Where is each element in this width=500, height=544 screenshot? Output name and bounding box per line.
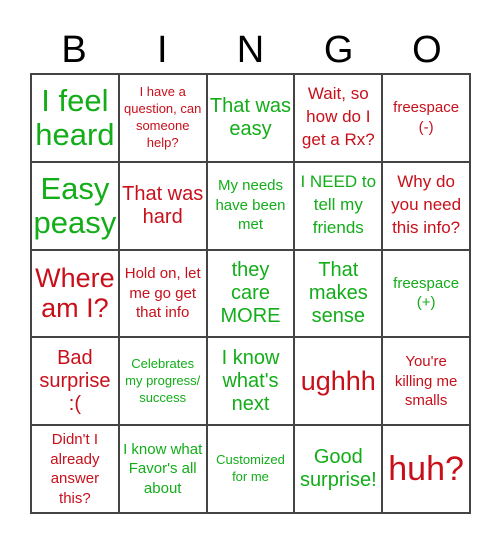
- bingo-cell[interactable]: freespace (+): [382, 249, 470, 338]
- bingo-cell-text: I feel heard: [35, 82, 115, 152]
- bingo-cell-text: I know what Favor's all about: [123, 440, 203, 497]
- header-letter-b: B: [61, 29, 87, 71]
- bingo-cell[interactable]: I feel heard: [31, 74, 119, 162]
- bingo-cell-text: Bad surprise :(: [39, 346, 111, 415]
- bingo-cell[interactable]: they care MORE: [206, 249, 295, 338]
- bingo-cell-text: Good surprise!: [299, 446, 377, 492]
- bingo-cell-text: I know what's next: [221, 346, 280, 415]
- bingo-cell-text: That was easy: [209, 94, 292, 140]
- bingo-cell[interactable]: Bad surprise :(: [31, 337, 119, 426]
- bingo-cell-text: You're killing me smalls: [394, 353, 458, 410]
- bingo-cell[interactable]: My needs have been met: [206, 161, 295, 250]
- bingo-cell-text: That was hard: [122, 182, 204, 228]
- header-letter-i: I: [157, 29, 168, 71]
- bingo-cell-text: freespace (+): [393, 274, 460, 312]
- bingo-cell[interactable]: I know what's next: [206, 337, 295, 426]
- header-letter-n: N: [236, 29, 265, 71]
- bingo-cell[interactable]: You're killing me smalls: [382, 337, 470, 426]
- bingo-cell[interactable]: Customized for me: [206, 425, 295, 513]
- bingo-cell[interactable]: Didn't I already answer this?: [31, 425, 119, 513]
- bingo-cell[interactable]: That was hard: [118, 161, 207, 250]
- bingo-cell-text: That makes sense: [308, 258, 368, 327]
- header-letter-o: O: [412, 29, 442, 71]
- bingo-cell[interactable]: That makes sense: [294, 249, 383, 338]
- header-letter-g: G: [323, 29, 354, 71]
- bingo-cell[interactable]: Why do you need this info?: [382, 161, 470, 250]
- bingo-card-grid: I feel heard I have a question, can someo…: [30, 73, 471, 514]
- bingo-cell-text: Why do you need this info?: [391, 172, 462, 238]
- bingo-cell-text: freespace (-): [393, 99, 460, 136]
- bingo-cell[interactable]: Good surprise!: [294, 425, 383, 513]
- bingo-cell-text: they care MORE: [220, 258, 281, 327]
- bingo-cell[interactable]: Celebrates my progress/ success: [118, 337, 207, 426]
- bingo-cell[interactable]: Where am I?: [31, 249, 119, 338]
- bingo-cell-text: Wait, so how do I get a Rx?: [301, 84, 375, 150]
- bingo-cell[interactable]: ughhh: [294, 337, 383, 426]
- bingo-cell[interactable]: Easy peasy: [31, 161, 119, 250]
- bingo-cell-text: ughhh: [300, 366, 376, 397]
- bingo-cell[interactable]: I know what Favor's all about: [118, 425, 207, 513]
- bingo-cell-text: Didn't I already answer this?: [50, 431, 100, 507]
- bingo-cell-text: Customized for me: [216, 452, 285, 485]
- bingo-cell-text: My needs have been met: [215, 177, 286, 234]
- bingo-cell-text: huh?: [388, 449, 464, 488]
- bingo-cell[interactable]: I NEED to tell my friends: [294, 161, 383, 250]
- bingo-cell-text: Easy peasy: [33, 170, 117, 240]
- bingo-cell[interactable]: freespace (-): [382, 74, 470, 162]
- bingo-cell[interactable]: huh?: [382, 425, 470, 513]
- bingo-cell-text: Hold on, let me go get that info: [124, 265, 201, 322]
- bingo-cell-text: Celebrates my progress/ success: [125, 355, 201, 405]
- bingo-cell[interactable]: I have a question, can someone help?: [118, 74, 207, 162]
- bingo-cell-text: I have a question, can someone help?: [124, 84, 202, 150]
- bingo-cell[interactable]: That was easy: [206, 74, 295, 162]
- bingo-cell[interactable]: Hold on, let me go get that info: [118, 249, 207, 338]
- bingo-cell-text: I NEED to tell my friends: [300, 172, 377, 238]
- bingo-cell-text: Where am I?: [35, 263, 115, 324]
- bingo-header: B I N G O: [30, 28, 471, 72]
- bingo-cell[interactable]: Wait, so how do I get a Rx?: [294, 74, 383, 162]
